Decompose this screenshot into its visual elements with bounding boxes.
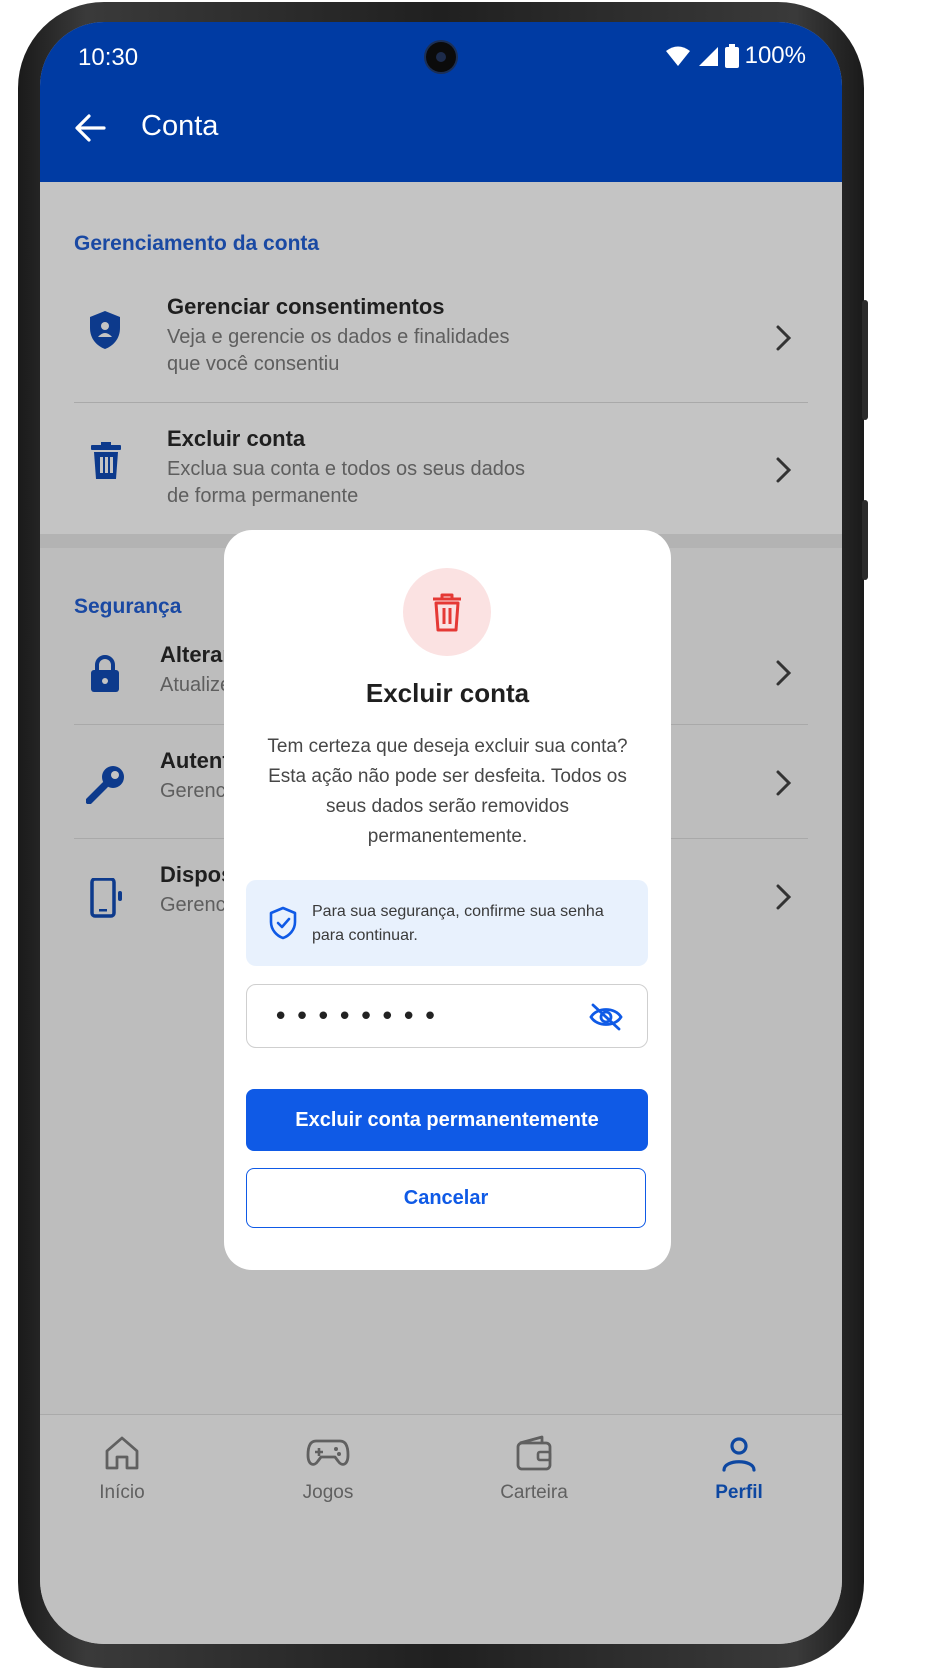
row-subtitle: Gerenc xyxy=(160,894,226,916)
dialog-icon-badge xyxy=(403,568,491,656)
notice-text: Para sua segurança, confirme sua senha p… xyxy=(312,903,604,944)
lock-icon xyxy=(91,655,119,692)
shield-icon xyxy=(90,311,120,349)
chevron-right-icon xyxy=(776,884,792,910)
page-title: Conta xyxy=(141,110,219,142)
app-bar: 10:30 100% Conta xyxy=(40,22,842,182)
password-field xyxy=(246,984,648,1048)
wallet-icon xyxy=(516,1435,552,1471)
row-subtitle-line2: que você consentiu xyxy=(167,353,340,375)
row-title: Autent xyxy=(160,748,230,773)
bottom-navigation: Início Jogos Carteira Perfil xyxy=(40,1414,842,1644)
volume-button xyxy=(862,500,868,580)
row-title: Alterar xyxy=(160,642,231,667)
device-icon xyxy=(90,878,122,918)
password-input[interactable] xyxy=(271,999,575,1035)
section-title-security: Segurança xyxy=(74,595,182,618)
key-icon xyxy=(86,766,124,804)
dialog-message: Tem certeza que deseja excluir sua conta… xyxy=(267,736,628,847)
nav-item-inicio[interactable]: Início xyxy=(52,1433,192,1504)
wifi-icon xyxy=(665,46,690,66)
chevron-right-icon xyxy=(776,325,792,351)
confirm-delete-button[interactable]: Excluir conta permanentemente xyxy=(246,1089,648,1151)
section-title-account: Gerenciamento da conta xyxy=(74,232,320,255)
chevron-right-icon xyxy=(776,457,792,483)
row-subtitle-line1: Exclua sua conta e todos os seus dados xyxy=(167,458,526,480)
power-button xyxy=(862,300,868,420)
row-subtitle: Gerenc xyxy=(160,780,226,802)
security-notice: Para sua segurança, confirme sua senha p… xyxy=(246,880,648,966)
nav-label: Carteira xyxy=(500,1482,568,1503)
row-subtitle-line1: Veja e gerencie os dados e finalidades xyxy=(167,326,510,348)
settings-row-consents[interactable]: Gerenciar consentimentos Veja e gerencie… xyxy=(40,274,842,402)
nav-label: Jogos xyxy=(302,1482,354,1503)
screen: 10:30 100% Conta Gerenciamento da conta … xyxy=(40,22,842,1644)
battery-level: 100% xyxy=(744,42,806,69)
account-management-section: Gerenciamento da conta Gerenciar consent… xyxy=(40,182,842,534)
row-title: Excluir conta xyxy=(167,426,306,451)
signal-icon xyxy=(698,47,718,66)
nav-item-perfil[interactable]: Perfil xyxy=(669,1433,809,1504)
divider xyxy=(74,402,808,403)
settings-row-delete-account[interactable]: Excluir conta Exclua sua conta e todos o… xyxy=(40,404,842,534)
row-title: Dispos xyxy=(160,862,234,887)
nav-item-carteira[interactable]: Carteira xyxy=(464,1433,604,1504)
chevron-right-icon xyxy=(776,660,792,686)
row-title: Gerenciar consentimentos xyxy=(167,294,445,319)
status-icons: 100% xyxy=(665,42,806,70)
back-arrow-icon[interactable] xyxy=(70,108,110,148)
shield-check-icon xyxy=(269,906,297,940)
trash-icon xyxy=(91,442,121,479)
profile-icon xyxy=(722,1437,756,1472)
toggle-visibility-icon[interactable] xyxy=(589,1003,623,1031)
nav-item-jogos[interactable]: Jogos xyxy=(258,1433,398,1504)
battery-icon xyxy=(724,44,739,68)
nav-label: Perfil xyxy=(715,1482,763,1503)
front-camera xyxy=(426,42,456,72)
row-subtitle-line2: de forma permanente xyxy=(167,485,359,507)
status-time: 10:30 xyxy=(78,44,139,71)
delete-account-dialog: Excluir conta Tem certeza que deseja exc… xyxy=(224,530,671,1270)
cancel-button[interactable]: Cancelar xyxy=(246,1168,646,1228)
chevron-right-icon xyxy=(776,770,792,796)
home-icon xyxy=(105,1436,139,1470)
nav-label: Início xyxy=(99,1482,145,1503)
trash-icon xyxy=(433,593,461,632)
gamepad-icon xyxy=(306,1439,350,1466)
row-subtitle: Atualize xyxy=(160,674,232,696)
dialog-title: Excluir conta xyxy=(365,678,530,708)
